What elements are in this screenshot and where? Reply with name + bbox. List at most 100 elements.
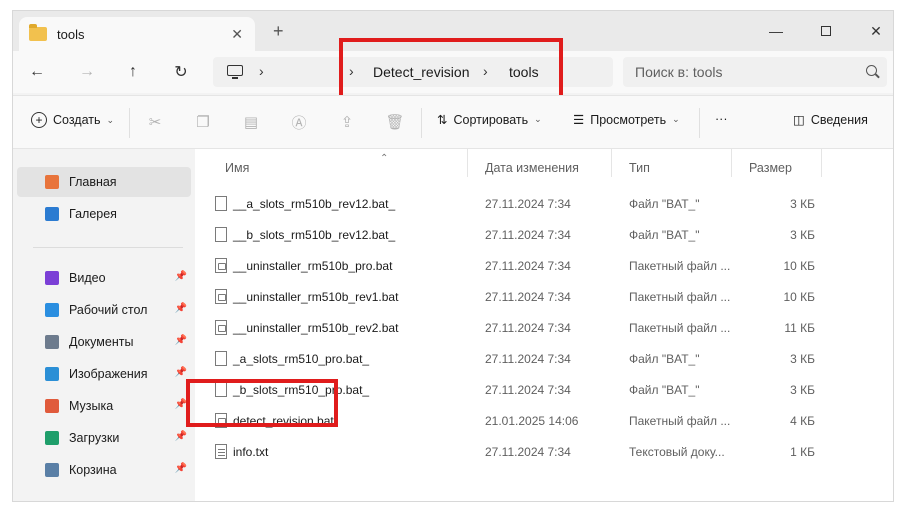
- pin-icon: 📌: [174, 271, 187, 282]
- column-header-type[interactable]: Тип: [629, 155, 650, 181]
- chevron-down-icon: ⌄: [534, 114, 542, 124]
- sidebar-item-label: Музыка: [69, 399, 114, 413]
- documents-icon: [45, 335, 59, 349]
- up-button[interactable]: ↑: [119, 59, 147, 85]
- file-name: __a_slots_rm510b_rev12.bat_: [233, 197, 396, 211]
- create-label: Создать: [53, 113, 101, 127]
- file-row[interactable]: __uninstaller_rm510b_rev2.bat 27.11.2024 …: [195, 313, 893, 344]
- file-date: 27.11.2024 7:34: [485, 197, 571, 211]
- paste-icon[interactable]: ▤: [243, 114, 259, 131]
- file-size: 1 КБ: [790, 445, 815, 459]
- file-type: Пакетный файл ...: [629, 290, 731, 304]
- minimize-button[interactable]: —: [753, 11, 799, 51]
- highlight-file-box: [186, 379, 338, 427]
- sidebar-item[interactable]: Рабочий стол 📌: [17, 295, 191, 325]
- share-icon[interactable]: ⇪: [339, 114, 355, 131]
- search-placeholder: Поиск в: tools: [635, 64, 723, 80]
- file-name: __b_slots_rm510b_rev12.bat_: [233, 228, 396, 242]
- column-header-name[interactable]: Имя ⌃: [225, 153, 388, 181]
- sidebar-item[interactable]: Галерея: [17, 199, 191, 229]
- search-input[interactable]: Поиск в: tools: [623, 57, 887, 87]
- file-row[interactable]: _a_slots_rm510_pro.bat_ 27.11.2024 7:34 Фа…: [195, 344, 893, 375]
- sidebar-item-label: Загрузки: [69, 431, 120, 445]
- sidebar-item[interactable]: Документы 📌: [17, 327, 191, 357]
- cut-icon[interactable]: ✂: [147, 114, 163, 131]
- view-button[interactable]: ☰ Просмотреть ⌄: [573, 112, 680, 128]
- pin-icon: 📌: [174, 335, 187, 346]
- search-icon[interactable]: [866, 65, 877, 76]
- view-label: Просмотреть: [590, 112, 667, 127]
- file-row[interactable]: __uninstaller_rm510b_pro.bat 27.11.2024 7…: [195, 251, 893, 282]
- pin-icon: 📌: [174, 431, 187, 442]
- back-button[interactable]: ←: [23, 59, 51, 85]
- sort-icon: ⇅: [437, 113, 448, 127]
- create-button[interactable]: + Создать ⌄: [31, 112, 114, 128]
- maximize-button[interactable]: [803, 11, 849, 51]
- more-options-button[interactable]: ···: [715, 112, 728, 126]
- file-date: 27.11.2024 7:34: [485, 290, 571, 304]
- details-label: Сведения: [810, 112, 868, 127]
- divider: [699, 108, 700, 138]
- sort-button[interactable]: ⇅ Сортировать ⌄: [437, 112, 542, 128]
- command-bar: + Создать ⌄ ✂ ❐ ▤ Ⓐ ⇪ 🗑 ⇅ Сортировать ⌄ …: [13, 95, 893, 149]
- file-date: 21.01.2025 14:06: [485, 414, 579, 428]
- sort-label: Сортировать: [453, 112, 529, 127]
- column-header-date[interactable]: Дата изменения: [485, 155, 579, 181]
- file-date: 27.11.2024 7:34: [485, 321, 571, 335]
- column-divider[interactable]: [611, 149, 612, 177]
- breadcrumb-chevron-icon[interactable]: ›: [259, 63, 264, 79]
- new-tab-button[interactable]: +: [273, 21, 284, 42]
- file-type: Файл "BAT_": [629, 352, 700, 366]
- sidebar-divider: [33, 247, 183, 248]
- divider: [129, 108, 130, 138]
- sidebar-item-label: Корзина: [69, 463, 117, 477]
- sidebar-item-label: Документы: [69, 335, 134, 349]
- file-size: 11 КБ: [784, 321, 815, 335]
- details-pane-button[interactable]: ◫ Сведения: [793, 112, 868, 128]
- tab-close-icon[interactable]: ✕: [231, 26, 243, 43]
- column-divider[interactable]: [731, 149, 732, 177]
- delete-icon[interactable]: 🗑: [385, 114, 404, 131]
- details-icon: ◫: [793, 113, 805, 127]
- file-row[interactable]: __uninstaller_rm510b_rev1.bat 27.11.2024 …: [195, 282, 893, 313]
- file-row[interactable]: __b_slots_rm510b_rev12.bat_ 27.11.2024 7:…: [195, 220, 893, 251]
- tab-title: tools: [57, 26, 85, 42]
- file-type: Пакетный файл ...: [629, 321, 731, 335]
- rename-icon[interactable]: Ⓐ: [291, 114, 307, 132]
- column-divider[interactable]: [467, 149, 468, 177]
- close-button[interactable]: ✕: [853, 11, 893, 51]
- file-row[interactable]: __a_slots_rm510b_rev12.bat_ 27.11.2024 7:…: [195, 189, 893, 220]
- refresh-button[interactable]: ↻: [167, 59, 195, 85]
- gallery-icon: [45, 207, 59, 221]
- forward-button[interactable]: →: [73, 59, 101, 85]
- maximize-icon: [821, 26, 831, 36]
- divider: [421, 108, 422, 138]
- file-icon: [215, 351, 227, 366]
- sidebar-item[interactable]: Корзина 📌: [17, 455, 191, 485]
- chevron-down-icon: ⌄: [106, 114, 115, 125]
- pin-icon: 📌: [174, 367, 187, 378]
- folder-icon: [29, 24, 47, 41]
- sidebar-item[interactable]: Видео 📌: [17, 263, 191, 293]
- this-pc-icon: [227, 65, 243, 79]
- sidebar-item[interactable]: Главная: [17, 167, 191, 197]
- file-name: info.txt: [233, 445, 269, 459]
- file-size: 3 КБ: [790, 352, 815, 366]
- sidebar-item[interactable]: Загрузки 📌: [17, 423, 191, 453]
- sidebar-item[interactable]: Изображения 📌: [17, 359, 191, 389]
- tab-tools[interactable]: tools ✕: [19, 17, 255, 51]
- music-icon: [45, 399, 59, 413]
- file-type: Пакетный файл ...: [629, 259, 731, 273]
- copy-icon[interactable]: ❐: [195, 114, 211, 131]
- video-icon: [45, 271, 59, 285]
- sidebar-item-label: Рабочий стол: [69, 303, 148, 317]
- file-row[interactable]: info.txt 27.11.2024 7:34 Текстовый доку...…: [195, 437, 893, 468]
- file-size: 3 КБ: [790, 383, 815, 397]
- file-list: Имя ⌃ Дата изменения Тип Размер __a_slot…: [195, 149, 893, 501]
- sidebar-item[interactable]: Музыка 📌: [17, 391, 191, 421]
- column-divider[interactable]: [821, 149, 822, 177]
- column-header-size[interactable]: Размер: [749, 155, 792, 181]
- file-icon: [215, 196, 227, 211]
- column-name-label: Имя: [225, 161, 250, 175]
- file-size: 10 КБ: [783, 290, 815, 304]
